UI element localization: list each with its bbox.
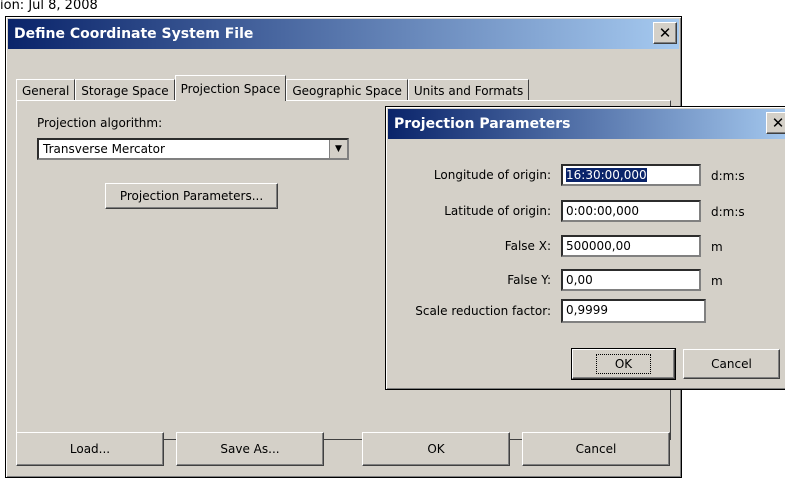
false-y-value: 0,00 bbox=[566, 273, 593, 287]
false-x-input[interactable]: 500000,00 bbox=[561, 235, 701, 257]
params-ok-label: OK bbox=[595, 354, 652, 374]
load-button[interactable]: Load... bbox=[16, 432, 164, 466]
close-icon: ✕ bbox=[658, 24, 672, 42]
close-icon: ✕ bbox=[771, 114, 785, 132]
params-close-button[interactable]: ✕ bbox=[766, 112, 785, 134]
latitude-input[interactable]: 0:00:00,000 bbox=[561, 200, 701, 222]
false-x-label: False X: bbox=[504, 239, 551, 253]
tab-projection-space[interactable]: Projection Space bbox=[174, 75, 287, 101]
latitude-label: Latitude of origin: bbox=[444, 204, 551, 218]
save-as-label: Save As... bbox=[220, 442, 280, 456]
algorithm-label: Projection algorithm: bbox=[37, 116, 163, 130]
longitude-input[interactable]: 16:30:00,000 bbox=[561, 164, 701, 186]
latitude-value: 0:00:00,000 bbox=[566, 204, 639, 218]
cancel-label: Cancel bbox=[575, 442, 617, 456]
longitude-unit: d:m:s bbox=[711, 169, 745, 183]
scale-factor-label: Scale reduction factor: bbox=[415, 304, 551, 318]
scale-factor-value: 0,9999 bbox=[566, 303, 608, 317]
false-y-label: False Y: bbox=[507, 273, 551, 287]
tab-storage-space[interactable]: Storage Space bbox=[75, 79, 175, 101]
params-dialog-title: Projection Parameters bbox=[394, 116, 571, 132]
false-y-input[interactable]: 0,00 bbox=[561, 269, 701, 291]
background-text: ion: Jul 8, 2008 bbox=[0, 0, 98, 13]
tab-units-and-formats[interactable]: Units and Formats bbox=[407, 79, 530, 101]
projection-parameters-label: Projection Parameters... bbox=[119, 189, 264, 203]
tab-strip: General Storage Space Projection Space G… bbox=[16, 75, 530, 101]
projection-parameters-dialog: Projection Parameters ✕ Longitude of ori… bbox=[385, 106, 785, 390]
false-y-unit: m bbox=[711, 274, 723, 288]
algorithm-value: Transverse Mercator bbox=[43, 142, 165, 156]
longitude-value: 16:30:00,000 bbox=[566, 168, 647, 182]
params-ok-button[interactable]: OK bbox=[571, 348, 676, 380]
tab-general[interactable]: General bbox=[16, 79, 76, 101]
chevron-down-icon[interactable]: ▼ bbox=[329, 140, 347, 158]
cancel-button[interactable]: Cancel bbox=[522, 432, 670, 466]
close-button[interactable]: ✕ bbox=[653, 22, 677, 44]
longitude-label: Longitude of origin: bbox=[433, 168, 551, 182]
params-cancel-label: Cancel bbox=[711, 357, 752, 371]
dialog-title: Define Coordinate System File bbox=[14, 26, 254, 42]
latitude-unit: d:m:s bbox=[711, 205, 745, 219]
scale-factor-input[interactable]: 0,9999 bbox=[561, 299, 706, 323]
params-title-bar[interactable]: Projection Parameters ✕ bbox=[388, 109, 785, 139]
ok-label: OK bbox=[427, 442, 445, 456]
tab-geographic-space[interactable]: Geographic Space bbox=[286, 79, 408, 101]
false-x-value: 500000,00 bbox=[566, 239, 631, 253]
algorithm-select[interactable]: Transverse Mercator ▼ bbox=[37, 138, 349, 160]
false-x-unit: m bbox=[711, 240, 723, 254]
ok-button[interactable]: OK bbox=[362, 432, 510, 466]
title-bar[interactable]: Define Coordinate System File ✕ bbox=[8, 19, 679, 49]
save-as-button[interactable]: Save As... bbox=[176, 432, 324, 466]
load-label: Load... bbox=[69, 442, 111, 456]
projection-parameters-button[interactable]: Projection Parameters... bbox=[105, 183, 278, 209]
params-cancel-button[interactable]: Cancel bbox=[683, 349, 780, 379]
